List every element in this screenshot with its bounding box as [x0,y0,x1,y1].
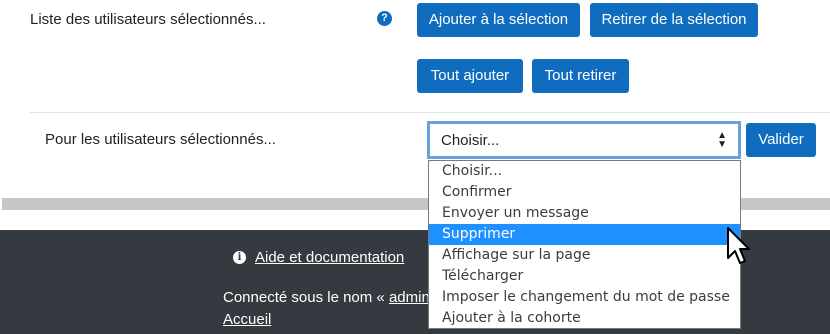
mouse-cursor-icon [727,227,750,264]
dropdown-option[interactable]: Choisir... [429,161,740,182]
question-circle-icon[interactable]: ? [377,11,392,26]
help-documentation-link[interactable]: Aide et documentation [255,249,404,266]
bulk-action-select[interactable]: Choisir... ▲ ▼ [427,121,741,159]
bulk-action-select-value: Choisir... [441,132,500,149]
selected-users-list-label: Liste des utilisateurs sélectionnés... [30,11,266,28]
info-circle-icon: i [233,251,246,264]
dropdown-option[interactable]: Affichage sur la page [429,245,740,266]
dropdown-option[interactable]: Ajouter à la cohorte [429,308,740,329]
dropdown-option[interactable]: Confirmer [429,182,740,203]
bulk-action-label: Pour les utilisateurs sélectionnés... [45,131,276,148]
select-caret-icon: ▲ ▼ [717,130,727,150]
home-link[interactable]: Accueil [223,311,271,328]
dropdown-option[interactable]: Imposer le changement du mot de passe [429,287,740,308]
dropdown-option[interactable]: Télécharger [429,266,740,287]
logged-in-text: Connecté sous le nom « admin [223,289,430,306]
validate-button[interactable]: Valider [746,123,816,157]
user-profile-link[interactable]: admin [389,289,430,306]
logged-in-prefix: Connecté sous le nom « [223,289,385,306]
section-divider [30,112,830,113]
add-all-button[interactable]: Tout ajouter [417,59,523,93]
dropdown-option[interactable]: Envoyer un message [429,203,740,224]
remove-all-button[interactable]: Tout retirer [532,59,629,93]
add-to-selection-button[interactable]: Ajouter à la sélection [417,3,580,37]
bulk-action-dropdown-list[interactable]: Choisir... Confirmer Envoyer un message … [428,160,741,329]
dropdown-option-highlighted[interactable]: Supprimer [429,224,740,245]
remove-from-selection-button[interactable]: Retirer de la sélection [590,3,758,37]
